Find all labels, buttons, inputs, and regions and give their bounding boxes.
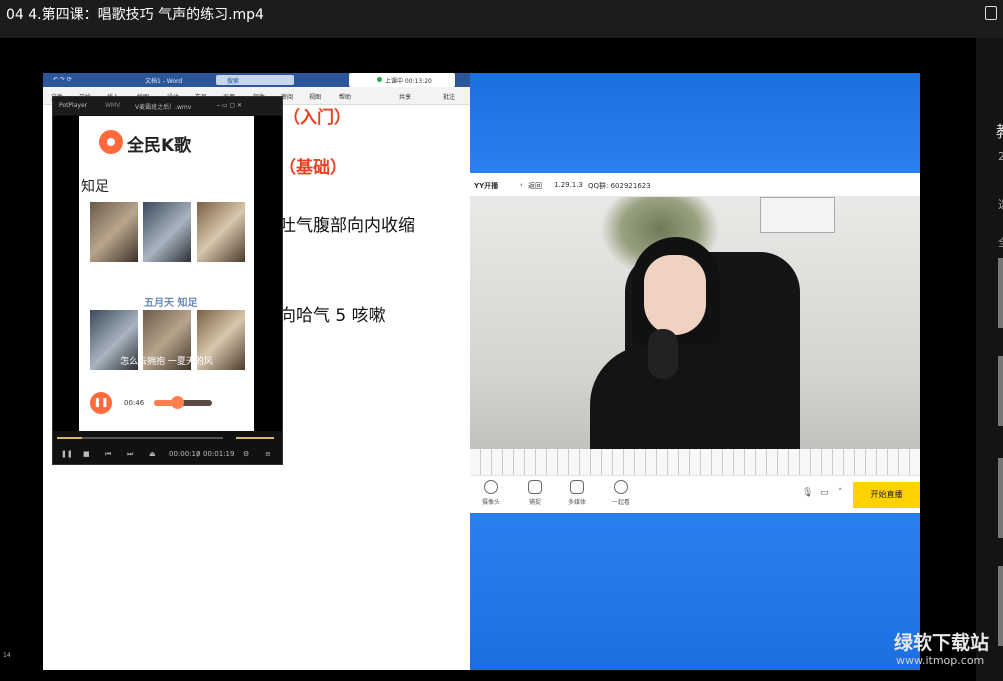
- tool-capture[interactable]: 捕捉: [520, 480, 550, 506]
- tool-camera[interactable]: 摄像头: [476, 480, 506, 506]
- media-icon: [570, 480, 584, 494]
- playlist-thumb-2[interactable]: [998, 356, 1003, 426]
- kge-brand: 全民K歌: [127, 136, 192, 156]
- prev-icon[interactable]: ⏮: [105, 450, 111, 459]
- album-photo-3: [197, 202, 245, 262]
- potplayer-titlebar: PotPlayer WMV V麦霸班之后）.wmv ⎯ ▭ ▢ ✕: [53, 97, 282, 115]
- chevron-up-icon[interactable]: ˄: [838, 488, 843, 498]
- desktop-wallpaper-top: [470, 73, 920, 173]
- corner-label: 14: [3, 652, 11, 659]
- tool-media[interactable]: 多媒体: [562, 480, 592, 506]
- yy-app-name: YY开播: [474, 182, 499, 190]
- doc-heading-basic: （基础）: [279, 158, 347, 178]
- tool-media-label: 多媒体: [567, 499, 586, 506]
- word-doc-name: 文档1 - Word: [145, 78, 183, 85]
- play-pause-icon[interactable]: ❚❚: [61, 450, 73, 458]
- live-status-pill: 上课中 00:13:20: [349, 73, 455, 87]
- potplayer-window-controls-icon[interactable]: ⎯ ▭ ▢ ✕: [217, 102, 242, 110]
- camera-icon: [484, 480, 498, 494]
- inner-progress-knob[interactable]: [171, 396, 185, 409]
- live-status-text: 上课中 00:13:20: [385, 78, 432, 85]
- comment-button[interactable]: 批注: [443, 92, 455, 101]
- playlist-side-panel[interactable]: 教 2 选 全: [976, 38, 1003, 681]
- tool-camera-label: 摄像头: [481, 499, 500, 506]
- playlist-thumb-1[interactable]: [998, 258, 1003, 328]
- watch-together-icon: [614, 480, 628, 494]
- side-panel-count: 2: [998, 150, 1003, 163]
- potplayer-file-name: V麦霸班之后）.wmv: [135, 104, 192, 111]
- doc-heading-entry: （入门）: [283, 108, 351, 128]
- recorded-desktop: ↶ ↷ ⟳ 文档1 - Word 搜索 上课中 00:13:20 文件 开始 插…: [43, 73, 920, 670]
- kge-video-frame: 全民K歌 知足 五月天 知足 怎么去拥抱 一夏天的风 ❚❚ 00:46: [79, 116, 254, 431]
- word-title-strip: ↶ ↷ ⟳ 文档1 - Word 搜索 上课中 00:13:20: [43, 73, 470, 87]
- webcam-preview: [470, 197, 920, 475]
- live-dot-icon: [377, 77, 382, 82]
- doc-text-line-1: 吐气腹部向内收缩: [279, 216, 415, 236]
- yy-version: 1.29.1.3: [554, 181, 583, 189]
- site-watermark: 绿软下载站 www.itmop.com: [892, 628, 992, 672]
- keyboard-piano: [470, 449, 920, 475]
- tool-watch-together-label: 一起看: [611, 499, 630, 506]
- inner-progress-slider[interactable]: [154, 396, 212, 409]
- playlist-thumb-4[interactable]: [998, 566, 1003, 646]
- next-icon[interactable]: ⏭: [127, 450, 133, 459]
- player-controls: ❚❚ ■ ⏮ ⏭ ⏏ 00:00:10 / 00:01:19 ⚙ ≡: [53, 446, 282, 464]
- pause-icon[interactable]: ❚❚: [90, 392, 112, 414]
- lyric-line: 怎么去拥抱 一夏天的风: [120, 357, 213, 367]
- letterbox-left: [53, 116, 79, 431]
- yy-toolbar: 摄像头 捕捉 多媒体 一起看 🎙 ▭ ˄ 开始直播: [470, 475, 920, 513]
- song-title: 知足: [81, 179, 109, 195]
- watermark-url: www.itmop.com: [896, 654, 985, 667]
- yy-back-icon[interactable]: ‹: [520, 181, 523, 189]
- potplayer-format: WMV: [105, 102, 121, 109]
- title-bar: 04 4.第四课：唱歌技巧 气声的练习.mp4: [0, 0, 1003, 38]
- side-panel-label-2: 全: [998, 234, 1003, 250]
- menu-icon[interactable]: ≡: [265, 450, 271, 458]
- settings-gear-icon[interactable]: ⚙: [243, 450, 249, 458]
- potplayer-app-name[interactable]: PotPlayer: [59, 102, 87, 109]
- album-photo-1: [90, 202, 138, 262]
- elapsed-time: 00:00:10: [169, 450, 201, 458]
- start-live-button[interactable]: 开始直播: [853, 482, 920, 508]
- kge-logo-icon: [99, 130, 123, 154]
- tab-view[interactable]: 视图: [309, 92, 321, 101]
- video-title: 04 4.第四课：唱歌技巧 气声的练习.mp4: [6, 7, 264, 23]
- window-restore-icon[interactable]: [985, 6, 997, 20]
- yy-back-button[interactable]: 返回: [528, 181, 542, 191]
- playlist-thumb-3[interactable]: [998, 458, 1003, 538]
- eject-icon[interactable]: ⏏: [149, 450, 156, 458]
- yy-qq-group: QQ群: 602921623: [588, 182, 651, 190]
- yy-live-window[interactable]: YY开播 ‹ 返回 1.29.1.3 QQ群: 602921623 摄像头 捕捉…: [470, 173, 920, 513]
- camera-toggle-icon[interactable]: ▭: [820, 488, 829, 498]
- album-caption: 五月天 知足: [144, 298, 198, 309]
- volume-bar[interactable]: [236, 437, 274, 439]
- undo-icon[interactable]: ↶ ↷ ⟳: [53, 76, 72, 83]
- inner-current-time: 00:46: [124, 399, 145, 407]
- capture-icon: [528, 480, 542, 494]
- time-separator: /: [197, 450, 200, 458]
- side-panel-label-1: 选: [998, 196, 1003, 212]
- mic-icon[interactable]: 🎙: [802, 488, 813, 498]
- streamer-face: [644, 255, 706, 335]
- tool-watch-together[interactable]: 一起看: [606, 480, 636, 506]
- side-panel-title: 教: [996, 118, 1003, 142]
- seek-bar-fill: [57, 437, 82, 439]
- tool-capture-label: 捕捉: [528, 499, 541, 506]
- desktop-wallpaper-bottom: [470, 513, 920, 670]
- microphone: [648, 329, 678, 379]
- seek-bar[interactable]: [57, 437, 223, 439]
- potplayer-window[interactable]: PotPlayer WMV V麦霸班之后）.wmv ⎯ ▭ ▢ ✕ 全民K歌 知…: [52, 96, 283, 465]
- tab-help[interactable]: 帮助: [339, 92, 351, 101]
- total-duration: 00:01:19: [203, 450, 235, 458]
- letterbox-right: [254, 116, 282, 431]
- watermark-name: 绿软下载站: [894, 632, 990, 654]
- word-search-placeholder: 搜索: [227, 78, 240, 85]
- album-photo-2: [143, 202, 191, 262]
- stop-icon[interactable]: ■: [83, 450, 90, 458]
- wall-picture: [760, 197, 835, 233]
- doc-text-line-2: 向哈气 5 咳嗽: [279, 306, 386, 326]
- yy-header: YY开播 ‹ 返回 1.29.1.3 QQ群: 602921623: [470, 173, 920, 197]
- share-button[interactable]: 共享: [399, 92, 411, 101]
